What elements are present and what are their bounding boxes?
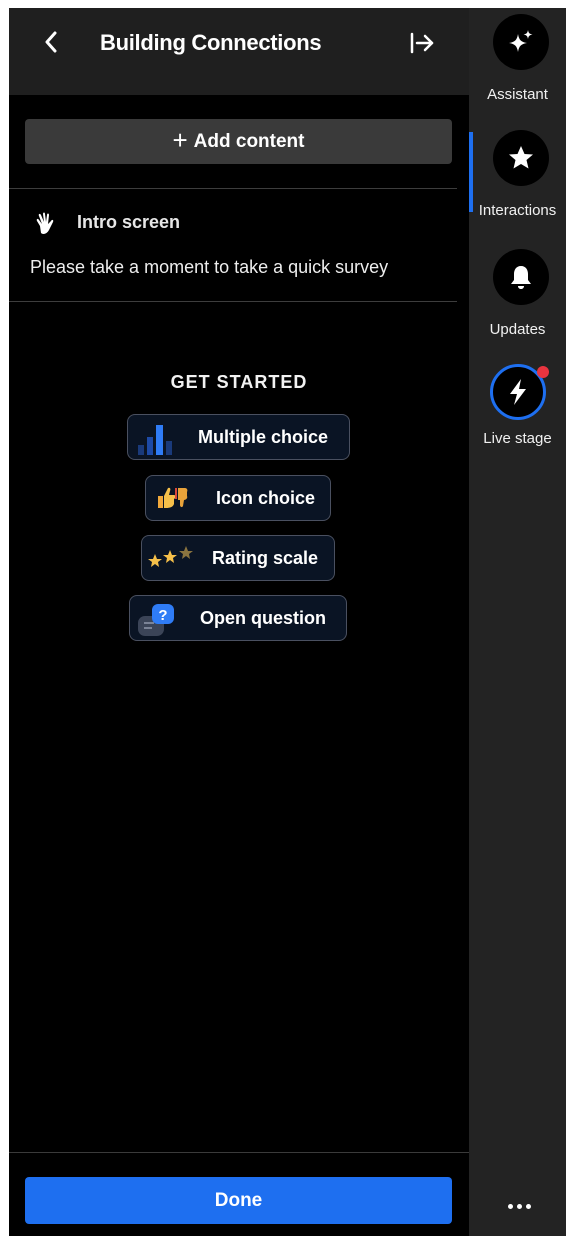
bell-icon bbox=[493, 249, 549, 305]
rail-label-interactions: Interactions bbox=[478, 202, 557, 219]
divider bbox=[9, 301, 457, 302]
add-content-label: Add content bbox=[193, 130, 305, 152]
plus-icon: + bbox=[172, 125, 188, 155]
right-rail: Assistant Interactions Updates Live stag… bbox=[469, 8, 566, 1236]
rail-label-updates: Updates bbox=[489, 321, 546, 338]
rail-item-assistant[interactable]: Assistant bbox=[469, 14, 566, 103]
done-button[interactable]: Done bbox=[25, 1177, 452, 1224]
multiple-choice-label: Multiple choice bbox=[198, 427, 329, 447]
rating-scale-button[interactable]: Rating scale bbox=[141, 535, 335, 581]
rail-label-live-stage: Live stage bbox=[483, 430, 552, 447]
page-title: Building Connections bbox=[100, 30, 322, 55]
intro-title: Intro screen bbox=[77, 212, 181, 232]
arrow-bar-right-icon[interactable] bbox=[409, 30, 437, 56]
waving-hand-icon bbox=[33, 212, 59, 238]
rating-scale-label: Rating scale bbox=[212, 548, 319, 568]
rail-label-assistant: Assistant bbox=[487, 86, 548, 103]
thumbs-icon bbox=[154, 482, 192, 516]
rail-item-interactions[interactable]: Interactions bbox=[469, 130, 566, 219]
chevron-left-icon[interactable] bbox=[39, 30, 63, 54]
add-content-button[interactable]: + Add content bbox=[25, 119, 452, 164]
more-horizontal-icon[interactable] bbox=[507, 1201, 531, 1211]
multiple-choice-button[interactable]: Multiple choice bbox=[127, 414, 350, 460]
side-panel: Building Connections + Add content Intro… bbox=[9, 8, 469, 1236]
intro-screen-item[interactable]: Intro screen Please take a moment to tak… bbox=[9, 190, 457, 300]
open-question-label: Open question bbox=[200, 608, 326, 628]
divider bbox=[9, 188, 457, 189]
footer-divider bbox=[9, 1152, 469, 1153]
icon-choice-label: Icon choice bbox=[216, 488, 316, 508]
intro-description: Please take a moment to take a quick sur… bbox=[30, 257, 389, 277]
get-started-heading: GET STARTED bbox=[170, 372, 308, 392]
sparkle-icon bbox=[493, 14, 549, 70]
rail-item-updates[interactable]: Updates bbox=[469, 249, 566, 338]
question-bubble-icon: ? bbox=[136, 602, 174, 636]
bar-chart-icon bbox=[136, 421, 174, 455]
rail-item-live-stage[interactable]: Live stage bbox=[469, 364, 566, 452]
icon-choice-button[interactable]: Icon choice bbox=[145, 475, 331, 521]
panel-header: Building Connections bbox=[9, 8, 469, 95]
stars-icon bbox=[146, 542, 193, 576]
svg-text:?: ? bbox=[158, 607, 167, 624]
star-icon bbox=[493, 130, 549, 186]
open-question-button[interactable]: ? Open question bbox=[129, 595, 347, 641]
notification-dot bbox=[537, 366, 549, 378]
